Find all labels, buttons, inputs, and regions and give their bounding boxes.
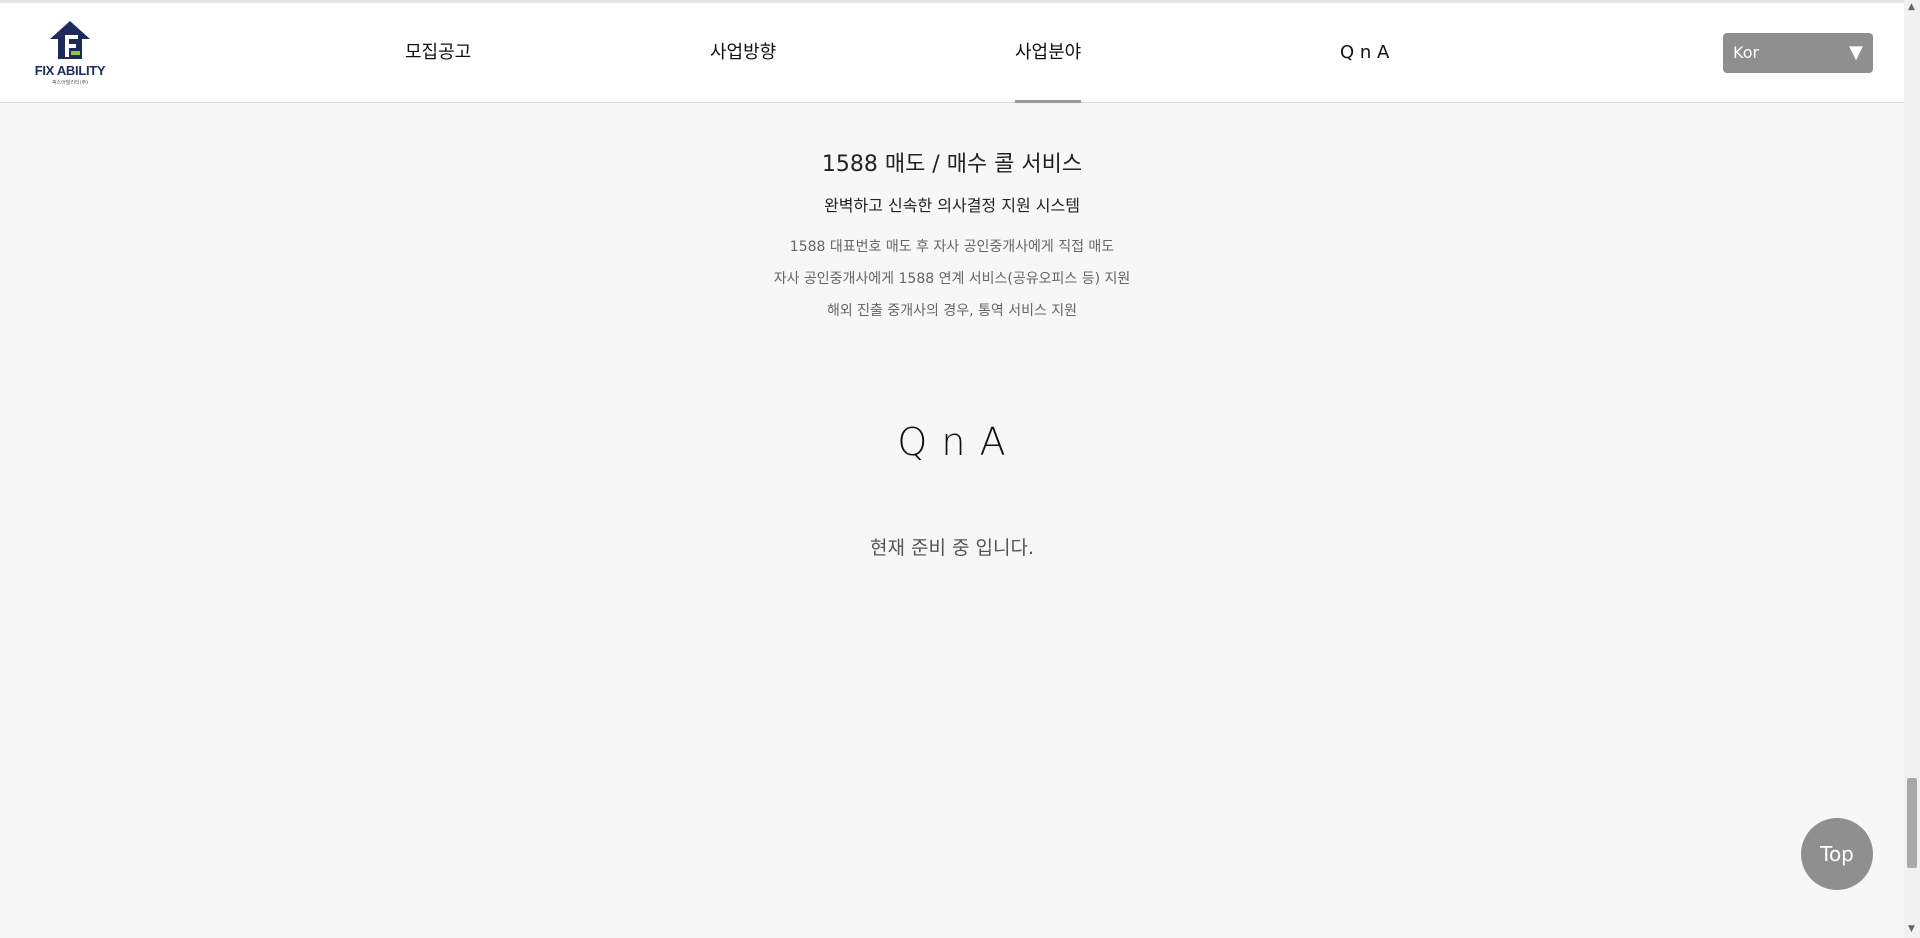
service-line: 1588 대표번호 매도 후 자사 공인중개사에게 직접 매도 — [789, 239, 1115, 255]
service-line: 해외 진출 중개사의 경우, 통역 서비스 지원 — [826, 303, 1078, 319]
vertical-scrollbar[interactable]: ▲ ▼ — [1904, 0, 1920, 938]
service-line: 자사 공인중개사에게 1588 연계 서비스(공유오피스 등) 지원 — [773, 271, 1131, 287]
qna-title: Q n A — [897, 420, 1007, 464]
qna-message: 현재 준비 중 입니다. — [870, 537, 1034, 559]
scrollbar-thumb[interactable] — [1907, 778, 1917, 868]
language-selected-value: Kor — [1733, 43, 1760, 62]
nav-item-business-field[interactable]: 사업분야 — [1015, 3, 1082, 103]
scroll-to-top-button[interactable]: Top — [1801, 818, 1873, 890]
site-header: FIX ABILITY 픽스어빌리티(주) 모집공고 사업방향 사업분야 Q n… — [0, 3, 1904, 103]
nav-item-recruitment[interactable]: 모집공고 — [405, 3, 471, 103]
triangle-down-icon: ▼ — [1849, 42, 1863, 63]
service-title: 1588 매도 / 매수 콜 서비스 — [821, 152, 1083, 177]
brand-tagline: 픽스어빌리티(주) — [51, 80, 89, 86]
nav-item-qna[interactable]: Q n A — [1340, 3, 1389, 103]
nav-item-business-direction[interactable]: 사업방향 — [710, 3, 776, 103]
brand-logo[interactable]: FIX ABILITY 픽스어빌리티(주) — [28, 19, 112, 89]
scroll-up-arrow-icon[interactable]: ▲ — [1908, 2, 1915, 12]
logo-mark-icon — [50, 21, 90, 59]
language-select[interactable]: Kor ▼ — [1723, 33, 1873, 73]
service-subtitle: 완벽하고 신속한 의사결정 지원 시스템 — [824, 196, 1080, 215]
scroll-down-arrow-icon[interactable]: ▼ — [1908, 924, 1915, 934]
brand-name: FIX ABILITY — [34, 63, 106, 78]
